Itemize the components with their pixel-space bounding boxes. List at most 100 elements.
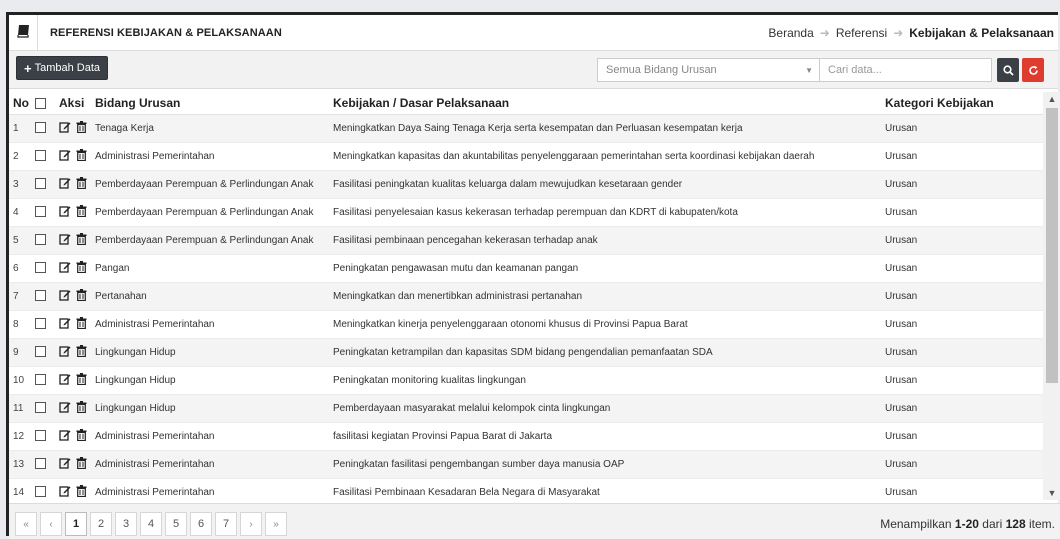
row-checkbox[interactable] (35, 234, 46, 246)
row-number: 8 (9, 310, 31, 339)
row-checkbox[interactable] (35, 290, 46, 302)
row-checkbox[interactable] (35, 458, 46, 470)
edit-icon[interactable] (59, 289, 71, 304)
col-header-kategori[interactable]: Kategori Kebijakan (881, 92, 1043, 115)
search-button[interactable] (997, 58, 1019, 82)
table-row[interactable]: 3 Pemberdayaan Perempuan & Perlindungan A… (9, 170, 1043, 199)
trash-icon[interactable] (76, 428, 87, 444)
refresh-button[interactable] (1022, 58, 1044, 82)
row-checkbox[interactable] (35, 318, 46, 330)
row-kategori: Urusan (881, 366, 1043, 395)
col-header-no[interactable]: No (9, 92, 31, 115)
row-checkbox[interactable] (35, 150, 46, 162)
row-kebijakan: Peningkatan fasilitasi pengembangan sumb… (329, 450, 881, 479)
edit-icon[interactable] (59, 457, 71, 472)
page-first-button[interactable]: « (15, 512, 37, 536)
table-row[interactable]: 13 Administrasi Pemerintahan Peningkatan f… (9, 450, 1043, 479)
trash-icon[interactable] (76, 120, 87, 136)
page-button[interactable]: 1 (65, 512, 87, 536)
row-bidang-urusan: Administrasi Pemerintahan (91, 142, 329, 171)
trash-icon[interactable] (76, 456, 87, 472)
page-prev-button[interactable]: ‹ (40, 512, 62, 536)
row-kebijakan: Meningkatkan Daya Saing Tenaga Kerja ser… (329, 114, 881, 143)
col-header-kebijakan[interactable]: Kebijakan / Dasar Pelaksanaan (329, 92, 881, 115)
row-kategori: Urusan (881, 282, 1043, 311)
edit-icon[interactable] (59, 373, 71, 388)
summary-total: 128 (1005, 517, 1026, 531)
row-bidang-urusan: Pertanahan (91, 282, 329, 311)
page-button[interactable]: 6 (190, 512, 212, 536)
table-row[interactable]: 10 Lingkungan Hidup Peningkatan monitoring… (9, 366, 1043, 395)
edit-icon[interactable] (59, 121, 71, 136)
edit-icon[interactable] (59, 177, 71, 192)
row-checkbox[interactable] (35, 346, 46, 358)
select-all-checkbox[interactable] (35, 98, 46, 110)
row-bidang-urusan: Tenaga Kerja (91, 114, 329, 143)
table-row[interactable]: 5 Pemberdayaan Perempuan & Perlindungan A… (9, 226, 1043, 255)
row-checkbox[interactable] (35, 430, 46, 442)
row-checkbox[interactable] (35, 262, 46, 274)
scroll-up-icon[interactable]: ▲ (1043, 92, 1060, 106)
trash-icon[interactable] (76, 260, 87, 276)
add-data-button[interactable]: + Tambah Data (16, 56, 109, 80)
page-button[interactable]: 3 (115, 512, 137, 536)
row-kebijakan: Meningkatkan kapasitas dan akuntabilitas… (329, 142, 881, 171)
summary-mid: dari (978, 517, 1006, 531)
trash-icon[interactable] (76, 232, 87, 248)
col-header-bidang[interactable]: Bidang Urusan (91, 92, 329, 115)
row-checkbox[interactable] (35, 486, 46, 498)
trash-icon[interactable] (76, 316, 87, 332)
trash-icon[interactable] (76, 484, 87, 500)
table-row[interactable]: 6 Pangan Peningkatan pengawasan mutu dan k… (9, 254, 1043, 283)
row-select-cell (31, 282, 55, 311)
page-last-button[interactable]: » (265, 512, 287, 536)
edit-icon[interactable] (59, 149, 71, 164)
table-row[interactable]: 1 Tenaga Kerja Meningkatkan Daya Saing Ten… (9, 114, 1043, 143)
edit-icon[interactable] (59, 345, 71, 360)
edit-icon[interactable] (59, 429, 71, 444)
edit-icon[interactable] (59, 233, 71, 248)
table-row[interactable]: 14 Administrasi Pemerintahan Fasilitasi Pe… (9, 478, 1043, 500)
page-title: REFERENSI KEBIJAKAN & PELAKSANAAN (50, 26, 282, 39)
bidang-urusan-select[interactable]: Semua Bidang Urusan ▼ (597, 58, 820, 82)
row-checkbox[interactable] (35, 122, 46, 134)
book-icon (9, 24, 37, 41)
table-row[interactable]: 12 Administrasi Pemerintahan fasilitasi ke… (9, 422, 1043, 451)
trash-icon[interactable] (76, 372, 87, 388)
breadcrumb-home[interactable]: Beranda (768, 26, 813, 40)
row-checkbox[interactable] (35, 374, 46, 386)
scrollbar-thumb[interactable] (1046, 108, 1058, 383)
edit-icon[interactable] (59, 205, 71, 220)
row-checkbox[interactable] (35, 178, 46, 190)
edit-icon[interactable] (59, 401, 71, 416)
trash-icon[interactable] (76, 344, 87, 360)
trash-icon[interactable] (76, 204, 87, 220)
trash-icon[interactable] (76, 288, 87, 304)
table-row[interactable]: 11 Lingkungan Hidup Pemberdayaan masyaraka… (9, 394, 1043, 423)
row-checkbox[interactable] (35, 206, 46, 218)
table-row[interactable]: 7 Pertanahan Meningkatkan dan menertibkan … (9, 282, 1043, 311)
edit-icon[interactable] (59, 261, 71, 276)
breadcrumb-referensi[interactable]: Referensi (836, 26, 887, 40)
edit-icon[interactable] (59, 317, 71, 332)
table-row[interactable]: 9 Lingkungan Hidup Peningkatan ketrampilan… (9, 338, 1043, 367)
row-actions (55, 394, 91, 423)
row-checkbox[interactable] (35, 402, 46, 414)
page-button[interactable]: 5 (165, 512, 187, 536)
table-scrollbar[interactable]: ▲ ▼ (1043, 92, 1060, 500)
search-input[interactable]: Cari data... (820, 58, 992, 82)
page-button[interactable]: 7 (215, 512, 237, 536)
table-row[interactable]: 8 Administrasi Pemerintahan Meningkatkan k… (9, 310, 1043, 339)
table-row[interactable]: 2 Administrasi Pemerintahan Meningkatkan k… (9, 142, 1043, 171)
page-next-button[interactable]: › (240, 512, 262, 536)
page-button[interactable]: 4 (140, 512, 162, 536)
trash-icon[interactable] (76, 400, 87, 416)
page-button[interactable]: 2 (90, 512, 112, 536)
row-bidang-urusan: Administrasi Pemerintahan (91, 310, 329, 339)
table-row[interactable]: 4 Pemberdayaan Perempuan & Perlindungan A… (9, 198, 1043, 227)
trash-icon[interactable] (76, 176, 87, 192)
trash-icon[interactable] (76, 148, 87, 164)
row-kebijakan: Fasilitasi Pembinaan Kesadaran Bela Nega… (329, 478, 881, 500)
edit-icon[interactable] (59, 485, 71, 500)
scroll-down-icon[interactable]: ▼ (1043, 486, 1060, 500)
